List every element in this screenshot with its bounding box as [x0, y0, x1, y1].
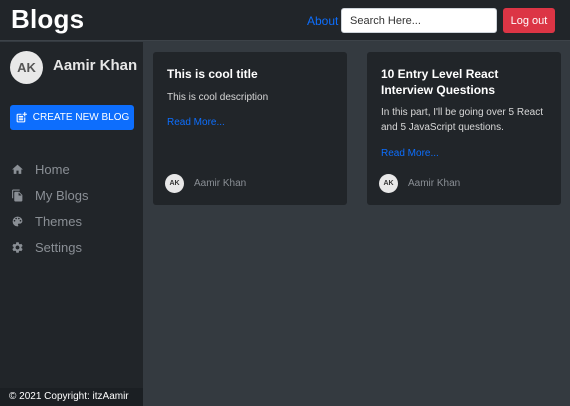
create-new-blog-label: CREATE NEW BLOG — [32, 112, 130, 123]
sidebar-item-settings[interactable]: Settings — [10, 234, 88, 260]
gear-icon — [10, 240, 24, 254]
sidebar-item-themes[interactable]: Themes — [10, 208, 88, 234]
footer-copyright: © 2021 Copyright: itzAamir — [0, 388, 143, 406]
sidebar-item-label: Themes — [35, 213, 82, 229]
top-navbar: Blogs About Log out — [0, 0, 570, 41]
card-title: 10 Entry Level React Interview Questions — [381, 67, 499, 97]
read-more-link[interactable]: Read More... — [381, 148, 439, 159]
documents-icon — [10, 188, 24, 202]
brand-title[interactable]: Blogs — [11, 4, 84, 35]
author-avatar: AK — [165, 174, 184, 193]
card-description: In this part, I'll be going over 5 React… — [381, 107, 543, 133]
sidebar-item-label: Settings — [35, 239, 82, 255]
sidebar: AK Aamir Khan CREATE NEW BLOG Home My Bl… — [0, 42, 143, 388]
sidebar-nav: Home My Blogs Themes Settings — [10, 156, 88, 260]
author-avatar: AK — [379, 174, 398, 193]
create-new-blog-button[interactable]: CREATE NEW BLOG — [10, 105, 134, 130]
sidebar-item-home[interactable]: Home — [10, 156, 88, 182]
read-more-link[interactable]: Read More... — [167, 117, 225, 128]
author-name: Aamir Khan — [194, 178, 247, 189]
author-name: Aamir Khan — [408, 178, 461, 189]
sidebar-item-label: Home — [35, 161, 70, 177]
sidebar-item-label: My Blogs — [35, 187, 89, 203]
blog-card: 10 Entry Level React Interview Questions… — [367, 52, 561, 205]
card-description: This is cool description — [167, 92, 269, 103]
user-avatar[interactable]: AK — [10, 51, 43, 84]
about-link[interactable]: About — [307, 14, 338, 28]
user-name: Aamir Khan — [53, 57, 138, 74]
post-add-icon — [16, 112, 27, 123]
home-icon — [10, 162, 24, 176]
card-title: This is cool title — [167, 67, 258, 81]
palette-icon — [10, 214, 24, 228]
logout-button[interactable]: Log out — [503, 8, 555, 33]
search-input[interactable] — [341, 8, 497, 33]
blog-card: This is cool title This is cool descript… — [153, 52, 347, 205]
sidebar-item-my-blogs[interactable]: My Blogs — [10, 182, 88, 208]
